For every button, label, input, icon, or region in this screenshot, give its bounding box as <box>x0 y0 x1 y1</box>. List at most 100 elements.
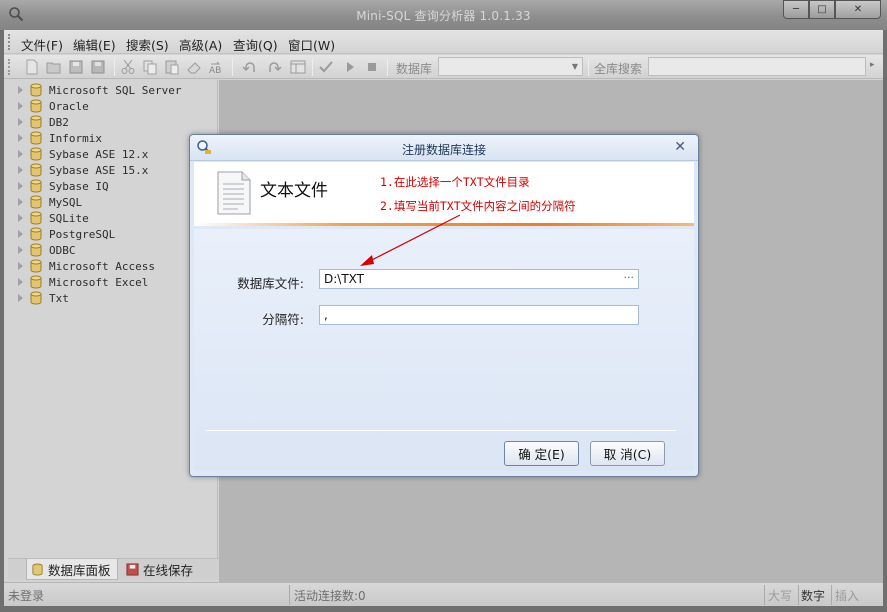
tab-database-panel[interactable]: 数据库面板 <box>26 559 118 580</box>
replace-icon[interactable]: AB <box>208 59 224 75</box>
minimize-button[interactable]: ─ <box>783 0 809 19</box>
expand-arrow-icon[interactable] <box>18 182 23 190</box>
status-num: 数字 <box>801 589 826 603</box>
dialog-close-icon[interactable]: ✕ <box>674 139 686 155</box>
tree-item[interactable]: ODBC <box>18 242 76 258</box>
cancel-button[interactable]: 取 消(C) <box>590 441 665 466</box>
floppy-icon <box>126 563 139 576</box>
redo-icon[interactable] <box>266 59 282 75</box>
expand-arrow-icon[interactable] <box>18 118 23 126</box>
window-layout-icon[interactable] <box>290 59 306 75</box>
close-button[interactable]: ✕ <box>835 0 881 19</box>
stop-icon[interactable] <box>364 59 380 75</box>
expand-arrow-icon[interactable] <box>18 262 23 270</box>
tree-item-label: ODBC <box>49 243 76 257</box>
cut-icon[interactable] <box>120 59 136 75</box>
expand-arrow-icon[interactable] <box>18 166 23 174</box>
tree-item-label: Microsoft Excel <box>49 275 149 289</box>
tree-item[interactable]: Sybase IQ <box>18 178 109 194</box>
toolbar-overflow-icon[interactable]: ▸ <box>870 60 875 70</box>
status-caps: 大写 <box>768 589 793 603</box>
global-search-input[interactable] <box>648 57 866 76</box>
maximize-icon: □ <box>817 4 827 15</box>
tree-item[interactable]: SQLite <box>18 210 89 226</box>
menu-search[interactable]: 搜索(S) <box>126 35 169 54</box>
tree-item[interactable]: Oracle <box>18 98 89 114</box>
undo-icon[interactable] <box>242 59 258 75</box>
tree-item-label: Sybase IQ <box>49 179 109 193</box>
menu-grip[interactable] <box>8 34 11 50</box>
execute-icon[interactable] <box>342 59 358 75</box>
tree-item[interactable]: MySQL <box>18 194 82 210</box>
tree-item-label: Microsoft SQL Server <box>49 83 182 97</box>
ok-button[interactable]: 确 定(E) <box>504 441 579 466</box>
menu-edit[interactable]: 编辑(E) <box>73 35 116 54</box>
database-icon <box>30 227 42 241</box>
tree-item-label: Microsoft Access <box>49 259 155 273</box>
window-title: Mini-SQL 查询分析器 1.0.1.33 <box>356 9 531 23</box>
database-file-field[interactable]: D:\TXT ··· <box>319 269 639 289</box>
expand-arrow-icon[interactable] <box>18 230 23 238</box>
dialog-header: 文本文件 1.在此选择一个TXT文件目录 2.填写当前TXT文件内容之间的分隔符 <box>194 162 694 226</box>
database-tree-panel: Microsoft SQL Server Oracle DB2 Informix Syb… <box>8 80 218 558</box>
paste-icon[interactable] <box>164 59 180 75</box>
save-icon[interactable] <box>68 59 84 75</box>
expand-arrow-icon[interactable] <box>18 150 23 158</box>
copy-icon[interactable] <box>142 59 158 75</box>
tree-item[interactable]: Txt <box>18 290 69 306</box>
menu-file[interactable]: 文件(F) <box>21 35 63 54</box>
database-select[interactable]: ▼ <box>438 57 583 76</box>
toolbar-grip[interactable] <box>8 59 11 75</box>
tree-item[interactable]: Sybase ASE 15.x <box>18 162 148 178</box>
expand-arrow-icon[interactable] <box>18 102 23 110</box>
separator-value: , <box>324 308 328 322</box>
tree-item[interactable]: Microsoft Excel <box>18 274 148 290</box>
expand-arrow-icon[interactable] <box>18 246 23 254</box>
tree-item[interactable]: DB2 <box>18 114 69 130</box>
maximize-button[interactable]: □ <box>809 0 835 19</box>
global-search-label: 全库搜索 <box>594 62 643 76</box>
database-icon <box>30 243 42 257</box>
menu-window[interactable]: 窗口(W) <box>288 35 335 54</box>
tree-item[interactable]: Sybase ASE 12.x <box>18 146 148 162</box>
database-icon <box>30 275 42 289</box>
menu-advanced[interactable]: 高级(A) <box>179 35 222 54</box>
tree-item[interactable]: Microsoft SQL Server <box>18 82 181 98</box>
new-file-icon[interactable] <box>24 59 40 75</box>
separator-field[interactable]: , <box>319 305 639 325</box>
expand-arrow-icon[interactable] <box>18 134 23 142</box>
expand-arrow-icon[interactable] <box>18 198 23 206</box>
database-icon <box>30 99 42 113</box>
expand-arrow-icon[interactable] <box>18 86 23 94</box>
eraser-icon[interactable] <box>186 59 202 75</box>
tab-online-save-label: 在线保存 <box>143 563 194 578</box>
dialog-title: 注册数据库连接 <box>401 143 486 157</box>
dialog-title-bar[interactable]: 注册数据库连接 ✕ <box>190 135 698 161</box>
tree-item-label: DB2 <box>49 115 69 129</box>
tree-item-label: Oracle <box>49 99 89 113</box>
tab-online-save[interactable]: 在线保存 <box>122 559 208 580</box>
tree-item-label: Informix <box>49 131 102 145</box>
status-connections: 活动连接数:0 <box>294 589 366 603</box>
expand-arrow-icon[interactable] <box>18 278 23 286</box>
browse-icon[interactable]: ··· <box>624 271 635 284</box>
tree-item[interactable]: Microsoft Access <box>18 258 155 274</box>
expand-arrow-icon[interactable] <box>18 214 23 222</box>
separator-label: 分隔符: <box>262 312 304 327</box>
expand-arrow-icon[interactable] <box>18 294 23 302</box>
database-file-label: 数据库文件: <box>237 276 304 291</box>
database-file-value: D:\TXT <box>324 272 364 286</box>
annotation-note-2: 2.填写当前TXT文件内容之间的分隔符 <box>380 199 576 213</box>
close-icon: ✕ <box>853 4 863 15</box>
tree-item[interactable]: Informix <box>18 130 102 146</box>
toolbar: AB 数据库 ▼ 全库搜索 ▸ <box>4 55 883 79</box>
tree-item[interactable]: PostgreSQL <box>18 226 115 242</box>
database-icon <box>30 83 42 97</box>
tab-database-panel-label: 数据库面板 <box>48 562 111 578</box>
save-all-icon[interactable] <box>90 59 106 75</box>
open-folder-icon[interactable] <box>46 59 62 75</box>
check-syntax-icon[interactable] <box>318 59 334 75</box>
svg-text:AB: AB <box>209 66 221 75</box>
database-icon <box>32 562 43 576</box>
menu-query[interactable]: 查询(Q) <box>233 35 278 54</box>
